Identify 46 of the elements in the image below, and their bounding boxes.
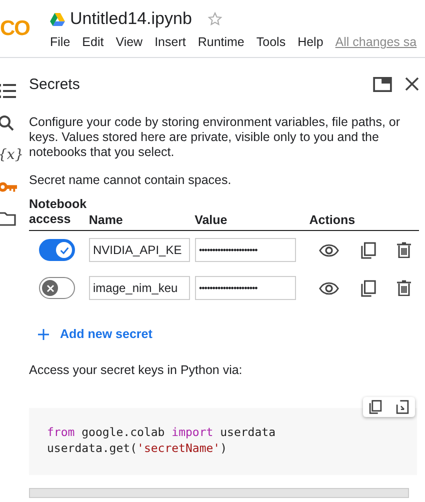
column-header: Value <box>194 213 228 227</box>
code-block: from google.colab import userdata userdata.get('secretName') <box>29 408 417 475</box>
menu-item[interactable]: Edit <box>82 35 104 49</box>
search-icon[interactable] <box>0 115 14 131</box>
menu-item[interactable]: Help <box>298 35 324 49</box>
plus-icon <box>38 328 49 340</box>
access-toggle[interactable] <box>39 277 75 299</box>
note-text: Secret name cannot contain spaces. <box>29 173 232 187</box>
delete-icon[interactable] <box>397 242 411 258</box>
column-header: Actions <box>308 213 356 227</box>
copy-icon[interactable] <box>360 280 376 296</box>
menu-item[interactable]: Insert <box>154 35 186 49</box>
panel-title: Secrets <box>29 76 81 92</box>
eye-icon[interactable] <box>319 244 339 256</box>
menu-item[interactable]: Runtime <box>198 35 244 49</box>
list-icon[interactable] <box>0 84 16 98</box>
key-icon[interactable] <box>0 182 17 192</box>
name-input[interactable]: NVIDIA_API_KE <box>89 238 190 262</box>
window-icon[interactable] <box>373 76 392 92</box>
menu-item[interactable]: View <box>116 35 143 49</box>
folder-icon[interactable] <box>0 212 16 226</box>
star-icon[interactable] <box>206 11 223 27</box>
menu-item[interactable]: File <box>50 35 70 49</box>
column-header: Name <box>88 213 124 227</box>
value-input[interactable]: •••••••••••••••••••••• <box>195 276 296 300</box>
access-toggle[interactable] <box>39 239 75 261</box>
access-text: Access your secret keys in Python via: <box>29 363 244 377</box>
scrollbar[interactable] <box>29 488 409 498</box>
add-secret-button[interactable]: Add new secret <box>29 327 152 341</box>
eye-icon[interactable] <box>319 282 339 294</box>
save-status-link[interactable]: All changes sa <box>335 35 417 49</box>
check-icon <box>58 244 70 256</box>
insert-icon[interactable] <box>396 400 409 414</box>
description-text: Configure your code by storing environment variables, file paths, or keys. Values stored here are private, visible only to you and the notebooks that you select. <box>29 115 402 160</box>
name-input[interactable]: image_nim_keu <box>89 276 190 300</box>
cross-icon <box>46 284 54 292</box>
notebook-title[interactable]: Untitled14.ipynb <box>70 9 192 29</box>
variables-icon[interactable]: {x} <box>0 147 24 163</box>
close-icon[interactable] <box>405 77 419 91</box>
copy-icon[interactable] <box>369 400 382 414</box>
delete-icon[interactable] <box>397 280 411 296</box>
value-input[interactable]: •••••••••••••••••••••• <box>195 238 296 262</box>
column-header: Notebook access <box>29 197 88 227</box>
menu-item[interactable]: Tools <box>256 35 286 49</box>
copy-icon[interactable] <box>360 242 376 258</box>
drive-icon <box>50 12 65 26</box>
